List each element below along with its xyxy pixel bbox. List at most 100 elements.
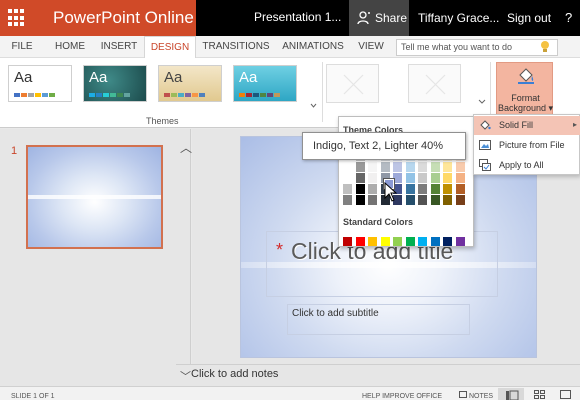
- theme-color-shade[interactable]: [393, 162, 402, 172]
- theme-color-shade[interactable]: [355, 162, 365, 172]
- variant-empty-2[interactable]: [408, 64, 461, 103]
- theme-color-shade[interactable]: [343, 195, 352, 205]
- share-button[interactable]: Share: [349, 0, 409, 36]
- standard-color-swatch[interactable]: [405, 237, 415, 246]
- standard-color-swatch[interactable]: [343, 237, 352, 246]
- theme-color-shade[interactable]: [343, 184, 352, 194]
- tab-animations[interactable]: ANIMATIONS: [279, 36, 347, 58]
- variant-empty-1[interactable]: [326, 64, 379, 103]
- theme-color-shade[interactable]: [405, 184, 415, 194]
- theme-color-shade[interactable]: [343, 173, 352, 183]
- submenu-arrow-icon: ▸: [572, 120, 577, 129]
- slide-sorter-icon[interactable]: [534, 390, 546, 400]
- theme-teal[interactable]: Aa: [83, 65, 147, 102]
- tab-view[interactable]: VIEW: [354, 36, 388, 58]
- standard-color-swatch[interactable]: [355, 237, 365, 246]
- format-background-button[interactable]: Format Background ▾: [496, 62, 553, 118]
- standard-color-swatch[interactable]: [455, 237, 465, 246]
- theme-color-shade[interactable]: [343, 162, 352, 172]
- theme-color-bars: [14, 93, 55, 97]
- theme-color-shade[interactable]: [368, 162, 377, 172]
- theme-color-shade[interactable]: [405, 162, 415, 172]
- variants-more-icon[interactable]: [478, 98, 486, 106]
- theme-color-shade[interactable]: [368, 173, 377, 183]
- theme-color-shade[interactable]: [455, 162, 465, 172]
- slide-number: 1: [11, 145, 18, 157]
- ribbon-tabs: FILE HOME INSERT DESIGN TRANSITIONS ANIM…: [0, 36, 580, 59]
- theme-color-shade[interactable]: [355, 195, 365, 205]
- theme-office[interactable]: Aa: [8, 65, 72, 102]
- theme-color-shade[interactable]: [430, 162, 440, 172]
- theme-color-shade[interactable]: [418, 173, 427, 183]
- notes-icon: [459, 391, 467, 398]
- theme-sample-text: Aa: [14, 69, 33, 86]
- menu-item-picture-from-file[interactable]: Picture from File: [474, 136, 580, 155]
- format-background-label: Format Background ▾: [497, 93, 554, 113]
- user-area: Tiffany Grace... Sign out ?: [409, 0, 580, 36]
- theme-color-shade[interactable]: [368, 195, 377, 205]
- theme-color-shade[interactable]: [455, 195, 465, 205]
- theme-color-shade[interactable]: [443, 184, 452, 194]
- theme-color-shade[interactable]: [380, 162, 390, 172]
- standard-color-swatch[interactable]: [430, 237, 440, 246]
- theme-color-bars: [164, 93, 205, 97]
- reading-view-icon[interactable]: [560, 390, 572, 400]
- document-title[interactable]: Presentation 1...: [254, 10, 341, 24]
- theme-color-shade[interactable]: [418, 162, 427, 172]
- theme-tan[interactable]: Aa: [158, 65, 222, 102]
- theme-color-shade[interactable]: [443, 162, 452, 172]
- standard-colors-header: Standard Colors: [343, 217, 414, 227]
- standard-color-swatch[interactable]: [368, 237, 377, 246]
- theme-color-shade[interactable]: [368, 184, 377, 194]
- chevron-down-icon[interactable]: ﹀: [180, 368, 191, 384]
- menu-item-apply-to-all[interactable]: Apply to All: [474, 156, 580, 175]
- theme-color-shade[interactable]: [355, 184, 365, 194]
- title-bar: PowerPoint Online Presentation 1... Shar…: [0, 0, 580, 36]
- theme-color-shade[interactable]: [443, 195, 452, 205]
- theme-color-shade[interactable]: [443, 173, 452, 183]
- standard-color-swatch[interactable]: [380, 237, 390, 246]
- mouse-cursor-icon: [384, 182, 398, 202]
- theme-color-shade[interactable]: [430, 173, 440, 183]
- standard-color-swatch[interactable]: [418, 237, 427, 246]
- tab-insert[interactable]: INSERT: [97, 36, 141, 58]
- chevron-up-icon[interactable]: ︿: [180, 139, 192, 156]
- theme-color-shade[interactable]: [418, 184, 427, 194]
- tab-file[interactable]: FILE: [6, 36, 38, 58]
- ribbon-separator: [322, 62, 323, 122]
- powerpoint-online-window: PowerPoint Online Presentation 1... Shar…: [0, 0, 580, 400]
- theme-color-shade[interactable]: [455, 173, 465, 183]
- normal-view-button[interactable]: [498, 388, 524, 400]
- theme-color-shade[interactable]: [418, 195, 427, 205]
- menu-item-solid-fill[interactable]: Solid Fill ▸: [474, 116, 580, 135]
- tab-home[interactable]: HOME: [50, 36, 90, 58]
- app-launcher-icon[interactable]: [8, 9, 26, 27]
- themes-scroll-arrows[interactable]: [309, 64, 318, 110]
- notes-toggle[interactable]: NOTES: [459, 391, 493, 400]
- empty-variant-icon: [425, 74, 446, 95]
- slide-thumbnail[interactable]: [26, 145, 163, 249]
- theme-color-shade[interactable]: [355, 173, 365, 183]
- tell-me-input[interactable]: Tell me what you want to do: [396, 39, 558, 56]
- tab-transitions[interactable]: TRANSITIONS: [200, 36, 272, 58]
- ribbon-separator: [490, 62, 491, 122]
- theme-aqua[interactable]: Aa: [233, 65, 297, 102]
- app-name[interactable]: PowerPoint Online: [53, 8, 194, 28]
- tab-design[interactable]: DESIGN: [144, 36, 196, 59]
- user-name[interactable]: Tiffany Grace...: [418, 11, 499, 25]
- theme-color-shade[interactable]: [430, 195, 440, 205]
- theme-color-shade[interactable]: [405, 173, 415, 183]
- notes-placeholder[interactable]: Click to add notes: [191, 368, 278, 380]
- help-button[interactable]: ?: [565, 10, 572, 25]
- subtitle-placeholder[interactable]: Click to add subtitle: [292, 308, 379, 319]
- theme-color-shade[interactable]: [405, 195, 415, 205]
- help-improve-link[interactable]: HELP IMPROVE OFFICE: [362, 393, 442, 400]
- standard-color-swatch[interactable]: [443, 237, 452, 246]
- notes-pane[interactable]: ﹀ Click to add notes: [176, 364, 580, 386]
- picture-icon: [479, 140, 491, 150]
- theme-color-shade[interactable]: [455, 184, 465, 194]
- sign-out-link[interactable]: Sign out: [507, 11, 551, 25]
- theme-color-shade[interactable]: [430, 184, 440, 194]
- menu-item-label: Picture from File: [499, 140, 565, 150]
- standard-color-swatch[interactable]: [393, 237, 402, 246]
